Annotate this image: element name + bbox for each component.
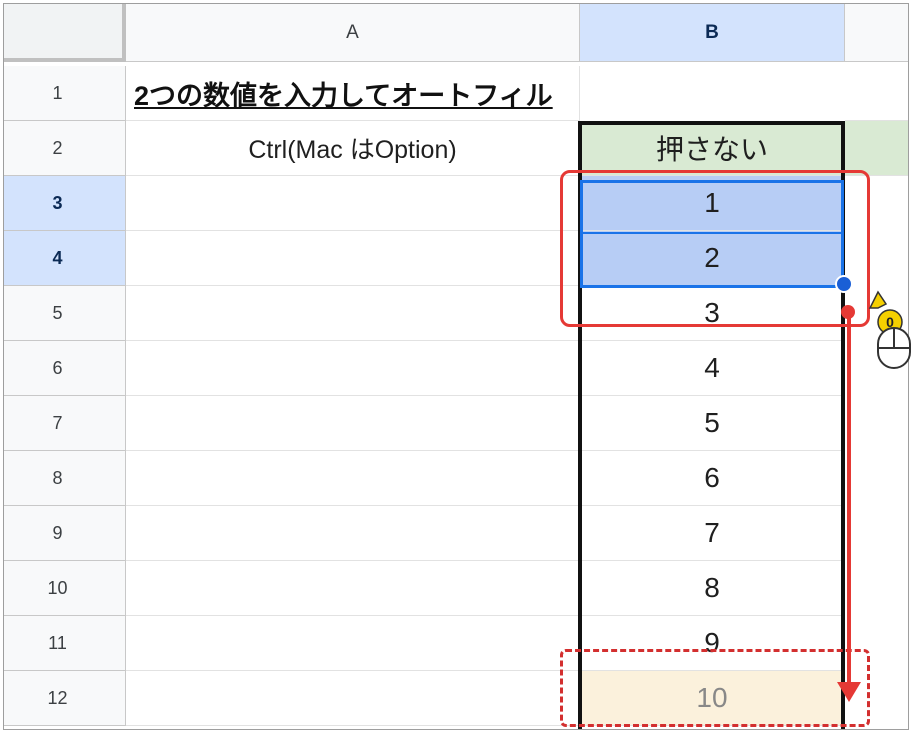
drag-start-dot — [841, 305, 855, 319]
cell-c2[interactable] — [845, 121, 908, 176]
row-header-10[interactable]: 10 — [4, 561, 126, 616]
row-number: 8 — [52, 467, 63, 488]
cell-a12[interactable] — [126, 671, 580, 726]
cell-b2-text: 押さない — [655, 134, 768, 165]
autofill-target-highlight — [560, 649, 870, 727]
fill-handle[interactable] — [835, 275, 853, 293]
row-header-1[interactable]: 1 — [4, 66, 126, 121]
cell-a10[interactable] — [126, 561, 580, 616]
row-number: 6 — [52, 357, 63, 378]
selected-range-highlight — [560, 170, 870, 327]
row-header-12[interactable]: 12 — [4, 671, 126, 726]
cell-b6[interactable]: 4 — [580, 341, 845, 396]
row-number: 12 — [47, 687, 68, 708]
drag-direction-arrow-icon — [837, 682, 861, 702]
row-header-5[interactable]: 5 — [4, 286, 126, 341]
row-number: 4 — [52, 247, 63, 268]
cell-a6[interactable] — [126, 341, 580, 396]
sheet-title: 2つの数値を入力してオートフィル — [134, 81, 553, 111]
cell-value: 8 — [704, 572, 720, 603]
cell-a5[interactable] — [126, 286, 580, 341]
spreadsheet-frame: A B 1 2 3 4 5 6 7 8 9 10 11 12 2つの数値を入力し… — [3, 3, 909, 730]
row-number: 3 — [52, 192, 63, 213]
select-all-corner[interactable] — [4, 4, 126, 62]
cell-value: 6 — [704, 462, 720, 493]
cell-value: 7 — [704, 517, 720, 548]
row-header-9[interactable]: 9 — [4, 506, 126, 561]
cell-c1[interactable] — [845, 66, 908, 121]
drag-direction-line — [847, 312, 851, 684]
cell-a11[interactable] — [126, 616, 580, 671]
row-header-7[interactable]: 7 — [4, 396, 126, 451]
row-number: 5 — [52, 302, 63, 323]
column-header-c[interactable] — [845, 4, 908, 62]
column-header-a-label: A — [346, 21, 359, 43]
row-header-2[interactable]: 2 — [4, 121, 126, 176]
row-header-11[interactable]: 11 — [4, 616, 126, 671]
cell-b9[interactable]: 7 — [580, 506, 845, 561]
cell-a4[interactable] — [126, 231, 580, 286]
row-number: 9 — [52, 522, 63, 543]
row-header-4[interactable]: 4 — [4, 231, 126, 286]
row-number: 1 — [52, 82, 63, 103]
column-header-a[interactable]: A — [126, 4, 580, 62]
cell-a8[interactable] — [126, 451, 580, 506]
cell-a2[interactable]: Ctrl(Mac はOption) — [126, 121, 580, 176]
row-number: 10 — [47, 577, 68, 598]
row-number: 11 — [48, 632, 67, 653]
cell-a9[interactable] — [126, 506, 580, 561]
row-number: 7 — [52, 412, 63, 433]
row-header-3[interactable]: 3 — [4, 176, 126, 231]
cell-value: 5 — [704, 407, 720, 438]
row-number: 2 — [52, 137, 63, 158]
row-header-8[interactable]: 8 — [4, 451, 126, 506]
cell-b10[interactable]: 8 — [580, 561, 845, 616]
cell-b8[interactable]: 6 — [580, 451, 845, 506]
row-header-6[interactable]: 6 — [4, 341, 126, 396]
cell-b7[interactable]: 5 — [580, 396, 845, 451]
column-header-b-label: B — [705, 21, 719, 43]
cell-a7[interactable] — [126, 396, 580, 451]
column-header-b[interactable]: B — [580, 4, 845, 62]
mouse-click-icon: 0 — [868, 290, 911, 369]
cell-value: 4 — [704, 352, 720, 383]
cell-a2-text: Ctrl(Mac はOption) — [248, 136, 457, 164]
cell-b2[interactable]: 押さない — [580, 121, 845, 176]
cell-a3[interactable] — [126, 176, 580, 231]
